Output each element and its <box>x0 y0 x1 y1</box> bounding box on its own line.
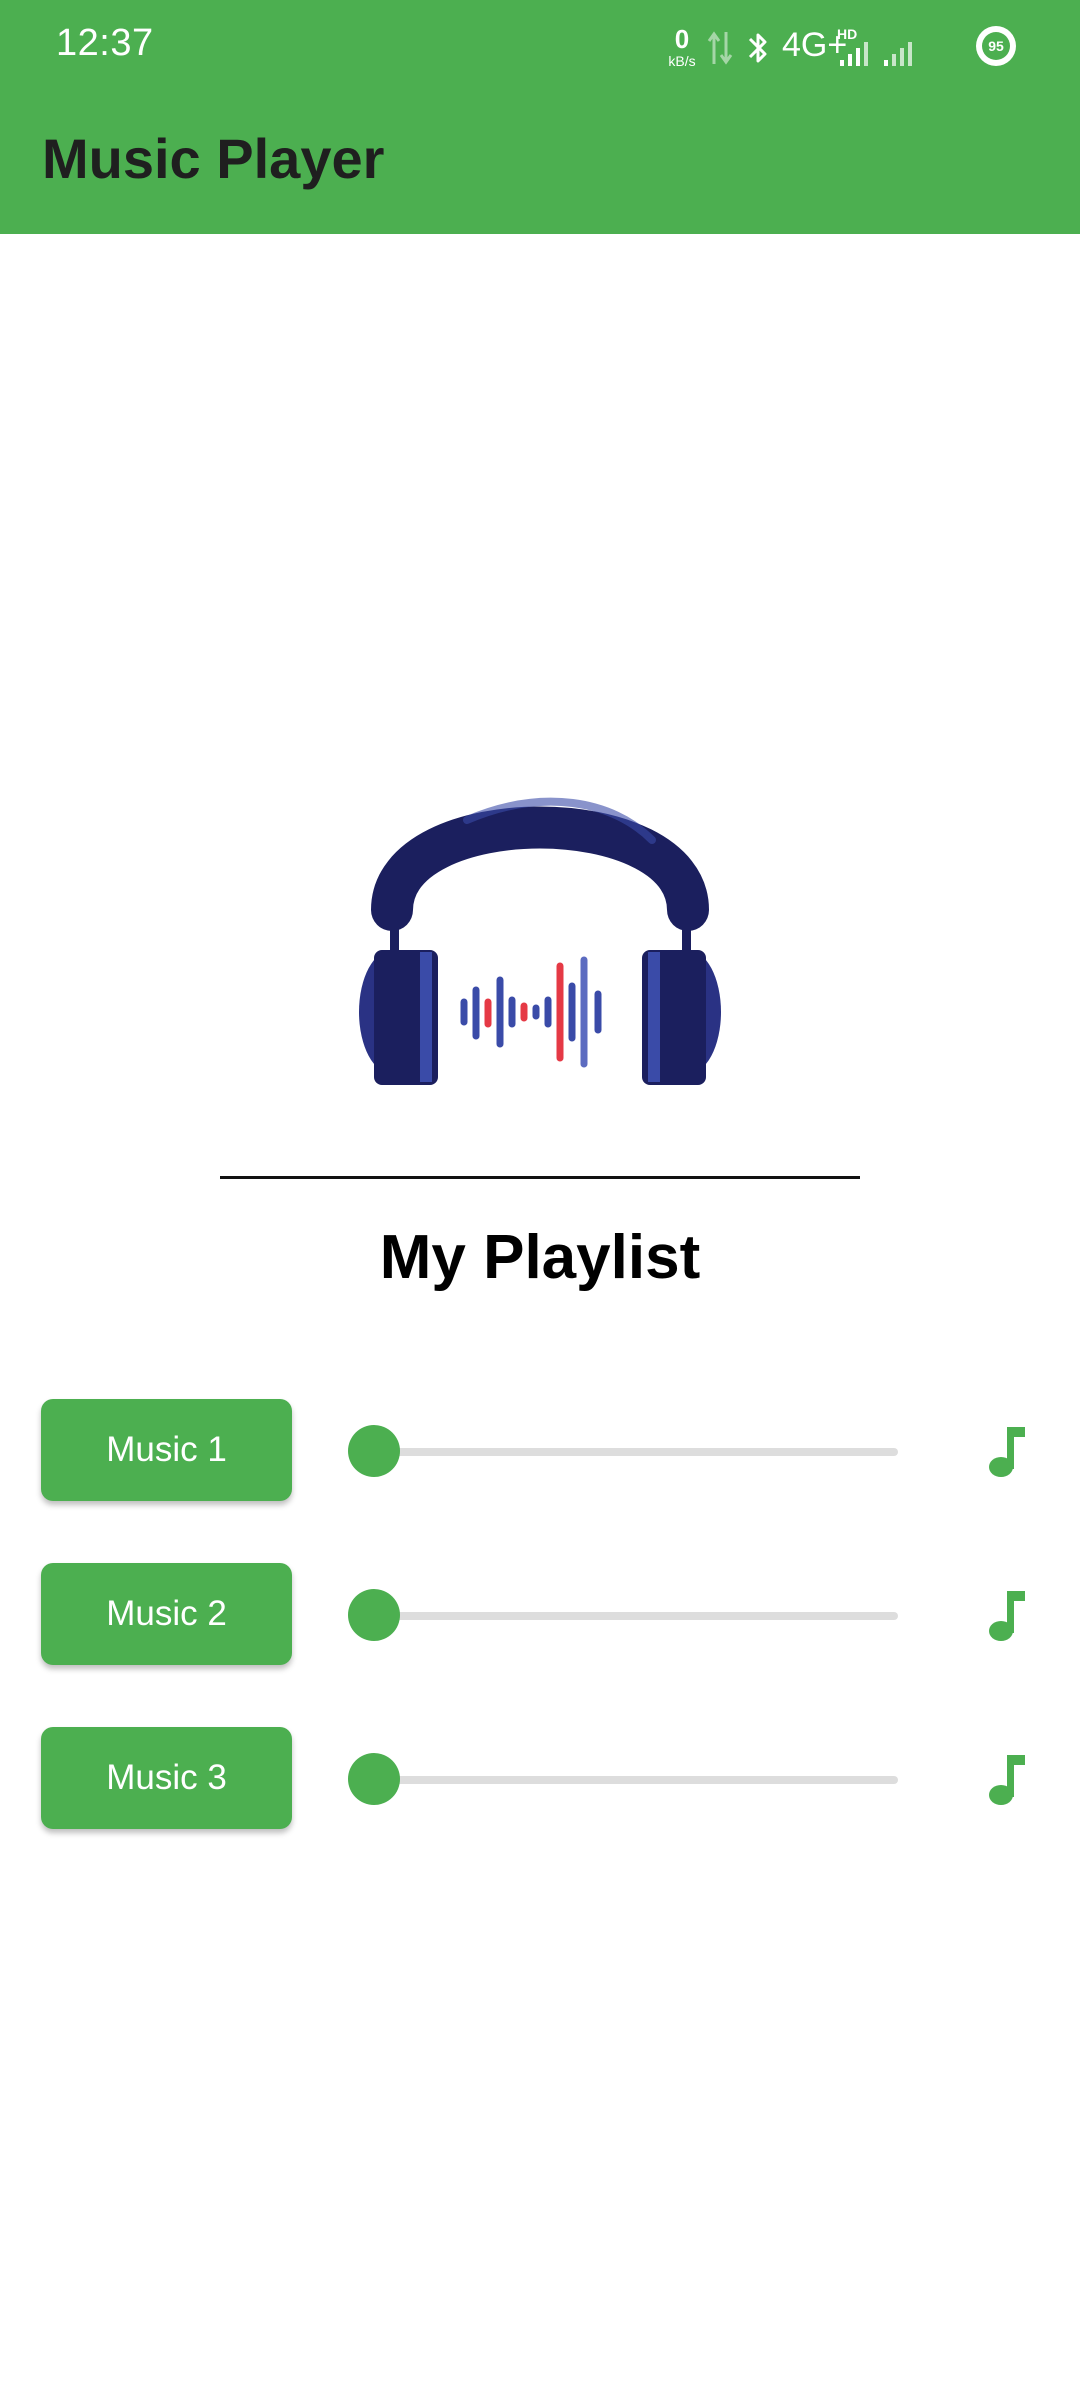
track-row: Music 2 <box>0 1563 1080 1667</box>
bluetooth-icon <box>748 33 767 63</box>
status-icons: 0 kB/s 4G+ HD 95 <box>660 0 1080 96</box>
track-row: Music 3 <box>0 1727 1080 1831</box>
slider-track <box>374 1448 898 1456</box>
headphones-soundwave-icon <box>359 797 721 1085</box>
signal-strength-icon-2 <box>884 42 912 66</box>
network-speed-value: 0 <box>674 24 690 54</box>
network-speed-unit: kB/s <box>668 53 696 69</box>
track-progress-slider[interactable] <box>348 1589 898 1641</box>
play-music-3-button[interactable]: Music 3 <box>41 1727 292 1829</box>
battery-level: 95 <box>988 38 1004 54</box>
status-time: 12:37 <box>56 22 154 64</box>
play-music-1-button[interactable]: Music 1 <box>41 1399 292 1501</box>
slider-thumb[interactable] <box>348 1753 400 1805</box>
track-progress-slider[interactable] <box>348 1425 898 1477</box>
music-note-icon <box>989 1755 1025 1805</box>
data-transfer-icon <box>707 31 733 65</box>
play-music-2-button[interactable]: Music 2 <box>41 1563 292 1665</box>
app-title: Music Player <box>42 127 385 190</box>
signal-strength-icon <box>840 42 868 66</box>
track-row: Music 1 <box>0 1399 1080 1503</box>
slider-thumb[interactable] <box>348 1425 400 1477</box>
music-note-icon <box>989 1427 1025 1477</box>
music-note-icon <box>989 1591 1025 1641</box>
network-speed: 0 kB/s <box>660 26 704 68</box>
slider-track <box>374 1776 898 1784</box>
track-progress-slider[interactable] <box>348 1753 898 1805</box>
divider <box>220 1176 860 1179</box>
slider-thumb[interactable] <box>348 1589 400 1641</box>
slider-track <box>374 1612 898 1620</box>
app-header: 12:37 0 kB/s 4G+ HD 95 Music Player <box>0 0 1080 234</box>
battery-indicator: 95 <box>976 26 1016 66</box>
playlist-title: My Playlist <box>379 1223 701 1292</box>
